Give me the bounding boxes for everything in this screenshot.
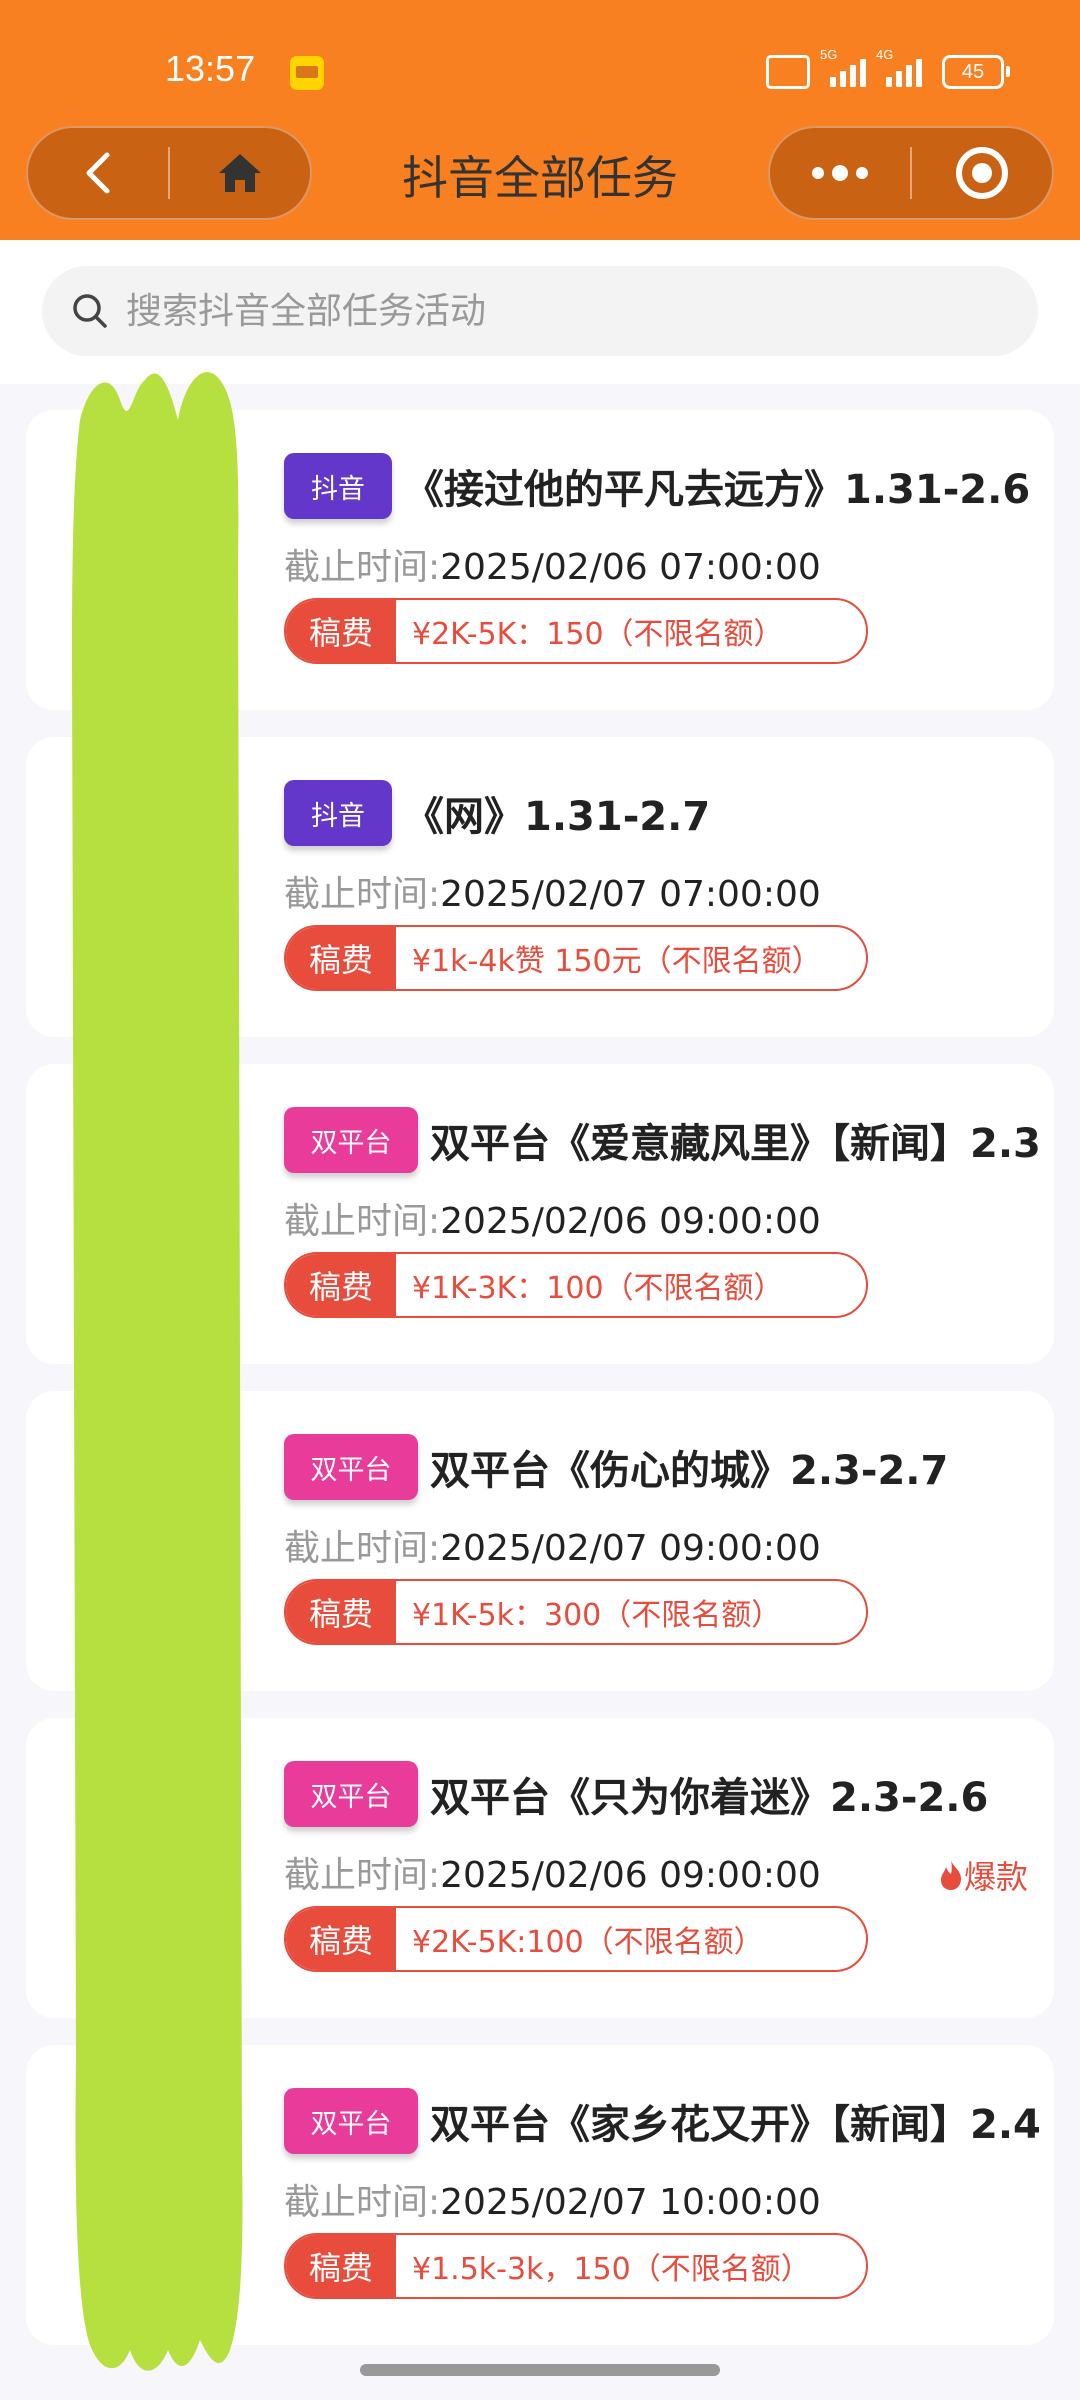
fee-row: 稿费 ¥1K-3K：100（不限名额） bbox=[284, 1252, 868, 1318]
task-title-row: 双平台 双平台《爱意藏风里》【新闻】2.3 bbox=[284, 1106, 1041, 1174]
deadline-label: 截止时间: bbox=[284, 2182, 441, 2223]
hot-badge: 爆款 bbox=[938, 1852, 1028, 1898]
more-button[interactable] bbox=[770, 128, 910, 218]
fee-label: 稿费 bbox=[286, 2235, 396, 2297]
deadline-value: 2025/02/06 09:00:00 bbox=[440, 1855, 821, 1896]
top-header: 13:57 5G 4G 45 抖音全部任务 bbox=[0, 0, 1080, 240]
chevron-left-icon bbox=[86, 152, 110, 194]
task-title: 《接过他的平凡去远方》1.31-2.6 bbox=[404, 467, 1031, 513]
app-notification-icon bbox=[290, 56, 324, 90]
fee-row: 稿费 ¥1K-5k：300（不限名额） bbox=[284, 1579, 868, 1645]
deadline-row: 截止时间:2025/02/07 10:00:00 bbox=[284, 2173, 821, 2225]
deadline-label: 截止时间: bbox=[284, 1201, 441, 1242]
nav-left-capsule bbox=[26, 126, 312, 220]
deadline-value: 2025/02/07 10:00:00 bbox=[440, 2182, 821, 2223]
home-button[interactable] bbox=[170, 128, 310, 218]
home-icon bbox=[219, 154, 261, 192]
deadline-row: 截止时间:2025/02/07 07:00:00 bbox=[284, 865, 821, 917]
back-button[interactable] bbox=[28, 128, 168, 218]
hot-badge-label: 爆款 bbox=[963, 1858, 1028, 1896]
task-title: 双平台《爱意藏风里》【新闻】2.3 bbox=[430, 1121, 1041, 1167]
deadline-value: 2025/02/06 09:00:00 bbox=[440, 1201, 821, 1242]
deadline-row: 截止时间:2025/02/06 07:00:00 bbox=[284, 538, 821, 590]
hd-icon bbox=[766, 55, 810, 89]
fee-value: ¥2K-5K:100（不限名额） bbox=[412, 1925, 764, 1960]
search-icon bbox=[73, 294, 107, 328]
redaction-overlay bbox=[72, 372, 243, 2371]
task-title-row: 抖音 《接过他的平凡去远方》1.31-2.6 bbox=[284, 452, 1030, 520]
task-title: 双平台《只为你着迷》2.3-2.6 bbox=[430, 1775, 989, 1821]
nav-right-capsule bbox=[768, 126, 1054, 220]
page-title: 抖音全部任务 bbox=[402, 151, 678, 205]
platform-tag: 双平台 bbox=[284, 1434, 418, 1500]
fee-value: ¥1K-5k：300（不限名额） bbox=[412, 1598, 782, 1633]
platform-tag: 双平台 bbox=[284, 1761, 418, 1827]
fee-label: 稿费 bbox=[286, 600, 396, 662]
fee-row: 稿费 ¥1k-4k赞 150元（不限名额） bbox=[284, 925, 868, 991]
deadline-value: 2025/02/07 07:00:00 bbox=[440, 874, 821, 915]
fee-row: 稿费 ¥2K-5K:100（不限名额） bbox=[284, 1906, 868, 1972]
deadline-row: 截止时间:2025/02/06 09:00:00 bbox=[284, 1192, 821, 1244]
task-title-row: 双平台 双平台《伤心的城》2.3-2.7 bbox=[284, 1433, 948, 1501]
deadline-value: 2025/02/07 09:00:00 bbox=[440, 1528, 821, 1569]
fee-label: 稿费 bbox=[286, 1908, 396, 1970]
search-box[interactable] bbox=[42, 266, 1038, 356]
battery-icon: 45 bbox=[942, 55, 1010, 89]
task-title: 《网》1.31-2.7 bbox=[404, 794, 711, 840]
platform-tag: 双平台 bbox=[284, 2088, 418, 2154]
more-dots-icon bbox=[812, 165, 868, 181]
fire-icon bbox=[940, 1860, 961, 1890]
deadline-row: 截止时间:2025/02/07 09:00:00 bbox=[284, 1519, 821, 1571]
fee-value: ¥1.5k-3k，150（不限名额） bbox=[412, 2252, 811, 2287]
fee-row: 稿费 ¥1.5k-3k，150（不限名额） bbox=[284, 2233, 868, 2299]
status-time: 13:57 bbox=[165, 48, 256, 89]
task-title-row: 双平台 双平台《只为你着迷》2.3-2.6 bbox=[284, 1760, 988, 1828]
status-indicators: 5G 4G 45 bbox=[766, 47, 1010, 92]
platform-tag: 双平台 bbox=[284, 1107, 418, 1173]
fee-value: ¥2K-5K：150（不限名额） bbox=[412, 617, 784, 652]
deadline-label: 截止时间: bbox=[284, 1528, 441, 1569]
fee-value: ¥1k-4k赞 150元（不限名额） bbox=[412, 944, 822, 979]
deadline-label: 截止时间: bbox=[284, 874, 441, 915]
search-input[interactable] bbox=[124, 289, 988, 333]
fee-label: 稿费 bbox=[286, 927, 396, 989]
close-miniapp-button[interactable] bbox=[912, 128, 1052, 218]
fee-row: 稿费 ¥2K-5K：150（不限名额） bbox=[284, 598, 868, 664]
task-title-row: 双平台 双平台《家乡花又开》【新闻】2.4 bbox=[284, 2087, 1041, 2155]
deadline-label: 截止时间: bbox=[284, 547, 441, 588]
deadline-label: 截止时间: bbox=[284, 1855, 441, 1896]
platform-tag: 抖音 bbox=[284, 453, 392, 519]
signal-5g-icon: 5G bbox=[820, 47, 866, 87]
deadline-row: 截止时间:2025/02/06 09:00:00 bbox=[284, 1846, 821, 1898]
platform-tag: 抖音 bbox=[284, 780, 392, 846]
signal-4g-icon: 4G bbox=[876, 47, 922, 87]
task-title-row: 抖音 《网》1.31-2.7 bbox=[284, 779, 710, 847]
task-title: 双平台《伤心的城》2.3-2.7 bbox=[430, 1448, 949, 1494]
target-circle-icon bbox=[956, 147, 1008, 199]
home-indicator bbox=[360, 2364, 720, 2376]
fee-value: ¥1K-3K：100（不限名额） bbox=[412, 1271, 784, 1306]
fee-label: 稿费 bbox=[286, 1581, 396, 1643]
task-title: 双平台《家乡花又开》【新闻】2.4 bbox=[430, 2102, 1041, 2148]
fee-label: 稿费 bbox=[286, 1254, 396, 1316]
deadline-value: 2025/02/06 07:00:00 bbox=[440, 547, 821, 588]
